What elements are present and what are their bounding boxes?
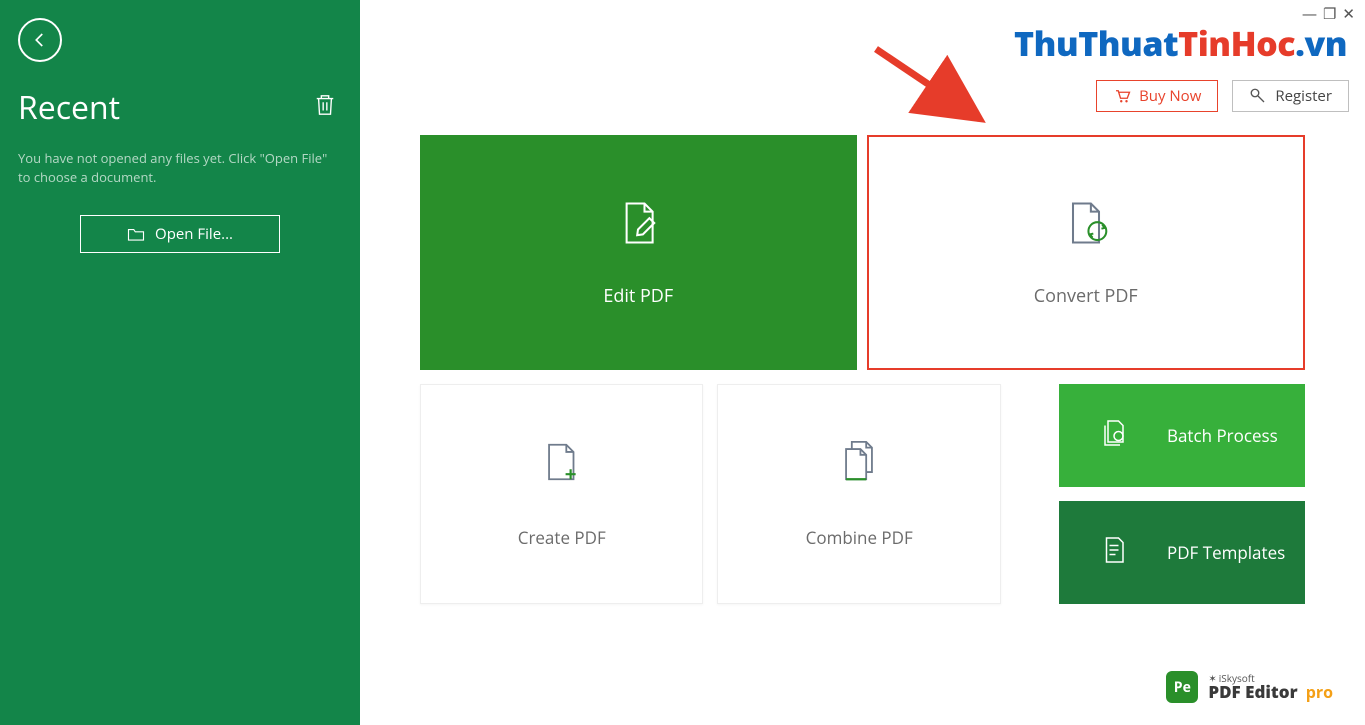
pdf-templates-tile[interactable]: PDF Templates <box>1059 501 1305 604</box>
combine-pdf-tile[interactable]: Combine PDF <box>717 384 1000 604</box>
brand-badge: Pe <box>1166 671 1198 703</box>
batch-process-label: Batch Process <box>1167 424 1278 447</box>
combine-document-icon <box>836 439 882 490</box>
back-button[interactable] <box>18 18 62 62</box>
buy-now-label: Buy Now <box>1139 86 1201 106</box>
convert-pdf-tile[interactable]: Convert PDF <box>867 135 1306 370</box>
watermark: ThuThuatTinHoc.vn <box>1014 20 1347 66</box>
open-file-button[interactable]: Open File... <box>80 215 280 253</box>
register-label: Register <box>1275 86 1332 106</box>
main-area: — ❐ ✕ ThuThuatTinHoc.vn Buy Now Register… <box>360 0 1365 725</box>
pdf-templates-label: PDF Templates <box>1167 541 1285 564</box>
edit-pdf-label: Edit PDF <box>603 284 673 308</box>
batch-icon <box>1099 418 1129 453</box>
convert-pdf-label: Convert PDF <box>1034 284 1138 308</box>
sidebar: Recent You have not opened any files yet… <box>0 0 360 725</box>
sidebar-empty-message: You have not opened any files yet. Click… <box>0 141 360 205</box>
edit-document-icon <box>612 197 664 254</box>
create-pdf-label: Create PDF <box>518 526 606 549</box>
brand-product: PDF Editor <box>1208 680 1297 703</box>
trash-icon[interactable] <box>314 93 336 122</box>
chevron-left-icon <box>31 31 49 49</box>
batch-process-tile[interactable]: Batch Process <box>1059 384 1305 487</box>
annotation-arrow <box>868 41 998 131</box>
buy-now-button[interactable]: Buy Now <box>1096 80 1218 112</box>
sidebar-title: Recent <box>18 86 120 129</box>
open-file-label: Open File... <box>155 224 233 244</box>
convert-document-icon <box>1060 197 1112 254</box>
create-document-icon <box>539 439 585 490</box>
edit-pdf-tile[interactable]: Edit PDF <box>420 135 857 370</box>
templates-icon <box>1099 535 1129 570</box>
combine-pdf-label: Combine PDF <box>806 526 913 549</box>
product-branding: Pe ✶iSkysoft PDF Editor pro <box>1166 671 1333 703</box>
create-pdf-tile[interactable]: Create PDF <box>420 384 703 604</box>
register-button[interactable]: Register <box>1232 80 1349 112</box>
folder-icon <box>127 226 145 242</box>
key-icon <box>1249 87 1267 105</box>
brand-edition: pro <box>1306 681 1333 703</box>
cart-icon <box>1113 87 1131 105</box>
